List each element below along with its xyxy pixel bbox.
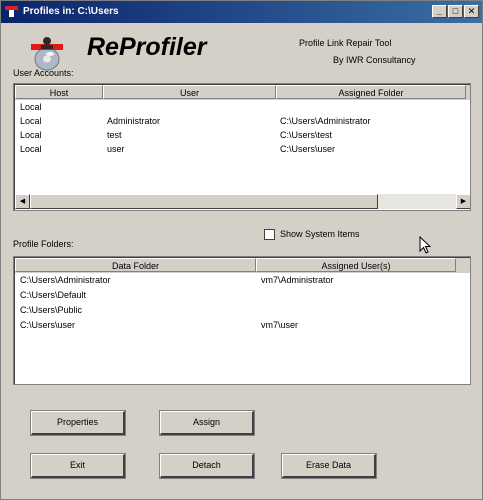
profile-folders-list[interactable]: Data Folder Assigned User(s) C:\Users\Ad… [13, 256, 471, 385]
exit-button[interactable]: Exit [31, 454, 125, 478]
column-assigned-folder[interactable]: Assigned Folder [276, 85, 466, 99]
column-assigned-users[interactable]: Assigned User(s) [256, 258, 456, 272]
table-row[interactable]: C:\Users\Default [15, 288, 465, 302]
scroll-left-button[interactable]: ◀ [15, 194, 30, 209]
detach-button[interactable]: Detach [160, 454, 254, 478]
table-row[interactable]: Local Administrator C:\Users\Administrat… [15, 114, 465, 128]
folder-cell: C:\Users\user [280, 144, 336, 154]
accounts-header: Host User Assigned Folder [15, 85, 470, 100]
erase-data-button[interactable]: Erase Data [282, 454, 376, 478]
table-row[interactable]: Local user C:\Users\user [15, 142, 465, 156]
user-accounts-label: User Accounts: [13, 68, 74, 78]
assign-button[interactable]: Assign [160, 411, 254, 435]
properties-button[interactable]: Properties [31, 411, 125, 435]
scroll-right-button[interactable]: ▶ [456, 194, 470, 209]
close-button[interactable]: ✕ [464, 5, 479, 18]
folder-cell: C:\Users\user [20, 320, 76, 330]
user-accounts-list[interactable]: Host User Assigned Folder Local Local Ad… [13, 83, 471, 211]
minimize-button[interactable]: _ [432, 5, 447, 18]
folders-header: Data Folder Assigned User(s) [15, 258, 470, 273]
maximize-button[interactable]: □ [448, 5, 463, 18]
profile-disk-icon [31, 37, 63, 71]
folder-cell: C:\Users\Administrator [280, 116, 371, 126]
column-data-folder[interactable]: Data Folder [15, 258, 256, 272]
window-title: Profiles in: C:\Users [23, 6, 119, 17]
horizontal-scrollbar[interactable]: ◀ ▶ [15, 194, 470, 209]
table-row[interactable]: C:\Users\Administrator vm7\Administrator [15, 273, 465, 287]
scroll-thumb[interactable] [30, 194, 378, 209]
tagline: Profile Link Repair Tool [299, 38, 392, 48]
user-cell: Administrator [107, 116, 161, 126]
folder-cell: C:\Users\test [280, 130, 333, 140]
table-row[interactable]: C:\Users\Public [15, 303, 465, 317]
table-row[interactable]: Local test C:\Users\test [15, 128, 465, 142]
host-cell: Local [20, 116, 42, 126]
app-name: ReProfiler [87, 33, 207, 61]
app-icon [5, 6, 18, 17]
table-row[interactable]: C:\Users\user vm7\user [15, 318, 465, 332]
column-host[interactable]: Host [15, 85, 103, 99]
folder-cell: C:\Users\Administrator [20, 275, 111, 285]
company-name: By IWR Consultancy [333, 55, 416, 65]
host-cell: Local [20, 144, 42, 154]
show-system-items-checkbox[interactable] [264, 229, 275, 240]
folder-cell: C:\Users\Public [20, 305, 83, 315]
user-cell: user [107, 144, 125, 154]
mouse-pointer-icon [419, 236, 431, 254]
user-cell: test [107, 130, 122, 140]
host-cell: Local [20, 130, 42, 140]
host-cell: Local [20, 102, 42, 112]
show-system-items-label[interactable]: Show System Items [280, 229, 360, 239]
assigned-user-cell: vm7\Administrator [261, 275, 334, 285]
main-window: Profiles in: C:\Users _ □ ✕ ReProfiler P… [0, 0, 483, 500]
assigned-user-cell: vm7\user [261, 320, 299, 330]
profile-folders-label: Profile Folders: [13, 239, 74, 249]
folder-cell: C:\Users\Default [20, 290, 87, 300]
column-user[interactable]: User [103, 85, 276, 99]
table-row[interactable]: Local [15, 100, 465, 114]
title-bar[interactable]: Profiles in: C:\Users _ □ ✕ [1, 1, 482, 23]
